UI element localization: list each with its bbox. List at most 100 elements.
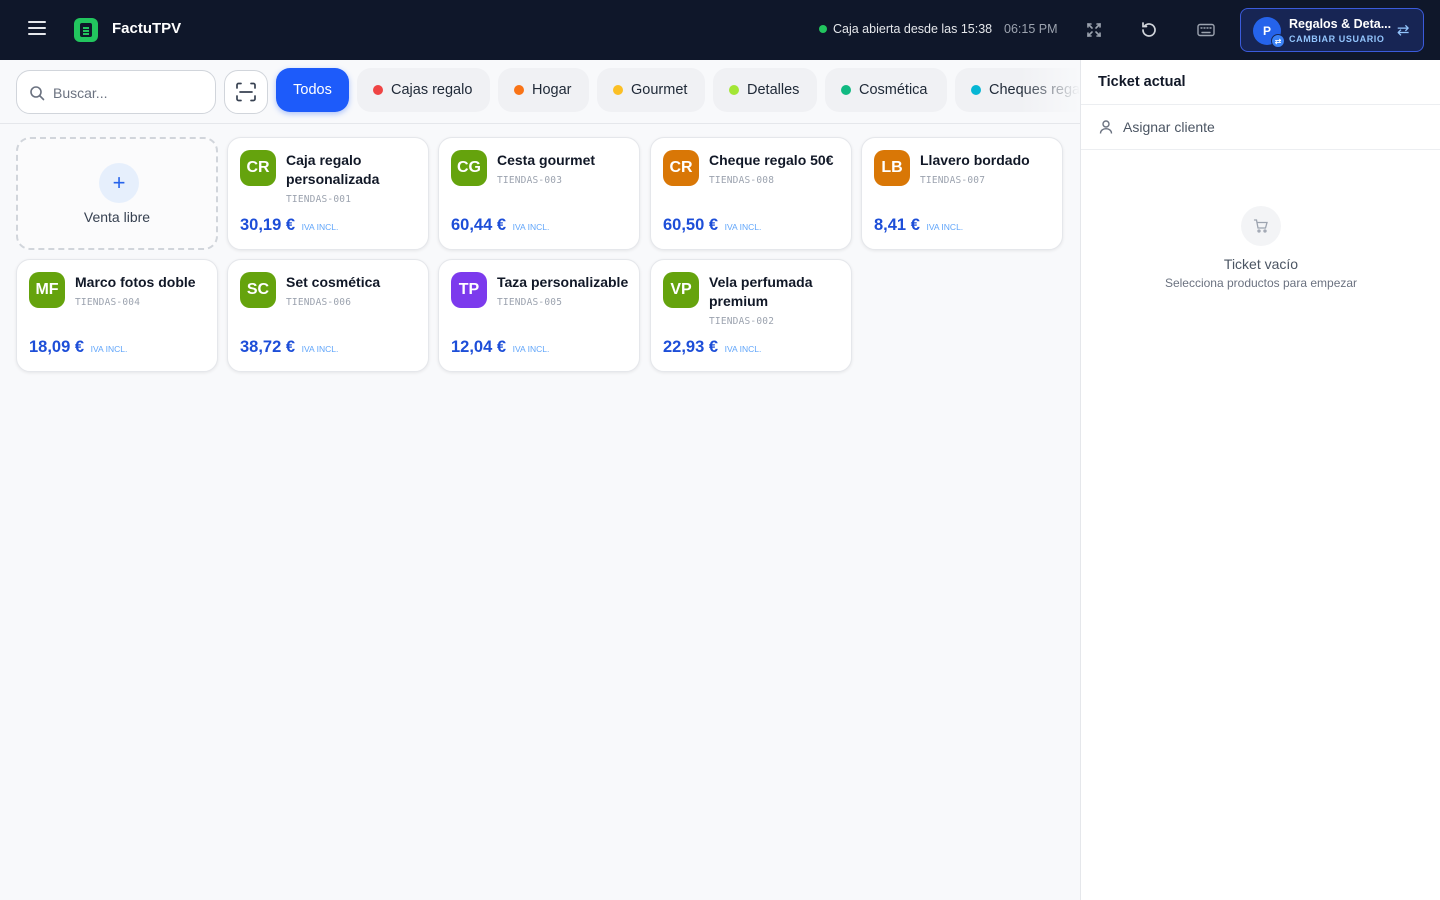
switch-user-icon: ⇄ [1271, 34, 1285, 48]
price-value: 60,50 € [663, 216, 719, 234]
ticket-title: Ticket actual [1098, 74, 1186, 90]
price-tax-note: IVA INCL. [724, 222, 762, 232]
scan-icon [236, 82, 256, 102]
status-dot-icon [819, 25, 827, 33]
category-label: Detalles [747, 82, 800, 98]
category-chip-detalles[interactable]: Detalles [713, 68, 817, 112]
empty-cart-icon [1241, 206, 1281, 246]
product-initials-badge: CR [663, 150, 699, 186]
assign-customer-button[interactable]: Asignar cliente [1098, 116, 1215, 138]
price-tax-note: IVA INCL. [301, 344, 339, 354]
product-price: 18,09 € IVA INCL. [29, 338, 127, 357]
product-card[interactable]: CR Caja regalo personalizada TIENDAS-001… [227, 137, 429, 250]
user-icon [1099, 120, 1113, 134]
category-chip-cajas-regalo[interactable]: Cajas regalo [357, 68, 490, 112]
product-name: Vela perfumada premium [709, 274, 813, 309]
product-card[interactable]: SC Set cosmética TIENDAS-006 38,72 € IVA… [227, 259, 429, 372]
product-price: 30,19 € IVA INCL. [240, 216, 338, 235]
category-label: Cosmética [859, 82, 928, 98]
price-value: 12,04 € [451, 338, 507, 356]
category-chip-todos[interactable]: Todos [276, 68, 349, 112]
menu-icon[interactable] [28, 21, 48, 39]
product-price: 12,04 € IVA INCL. [451, 338, 549, 357]
product-initials-badge: VP [663, 272, 699, 308]
category-dot-icon [971, 85, 981, 95]
search-input[interactable] [53, 81, 203, 105]
product-initials-badge: CG [451, 150, 487, 186]
product-price: 22,93 € IVA INCL. [663, 338, 761, 357]
cash-register-status: Caja abierta desde las 15:38 [819, 22, 992, 36]
category-dot-icon [729, 85, 739, 95]
app-logo-icon [74, 18, 98, 42]
category-label: Gourmet [631, 82, 688, 98]
fullscreen-icon[interactable] [1082, 18, 1106, 42]
price-tax-note: IVA INCL. [512, 344, 550, 354]
category-label: Hogar [532, 82, 572, 98]
product-card[interactable]: LB Llavero bordado TIENDAS-007 8,41 € IV… [861, 137, 1063, 250]
filter-bar: Todos Cajas regalo Hogar Gourmet Detalle… [0, 60, 1080, 124]
product-sku: TIENDAS-006 [286, 297, 352, 308]
product-name-block: Cesta gourmet TIENDAS-003 [497, 151, 637, 190]
price-tax-note: IVA INCL. [512, 222, 550, 232]
product-name: Caja regalo personalizada [286, 152, 380, 187]
product-card[interactable]: CG Cesta gourmet TIENDAS-003 60,44 € IVA… [438, 137, 640, 250]
category-label: Cajas regalo [391, 82, 473, 98]
product-initials-badge: MF [29, 272, 65, 308]
refresh-icon[interactable] [1137, 18, 1161, 42]
price-value: 38,72 € [240, 338, 296, 356]
price-tax-note: IVA INCL. [90, 344, 128, 354]
price-value: 30,19 € [240, 216, 296, 234]
free-sale-label: Venta libre [83, 209, 151, 225]
product-initials-badge: CR [240, 150, 276, 186]
status-text: Caja abierta desde las 15:38 [833, 22, 993, 36]
price-value: 60,44 € [451, 216, 507, 234]
clock: 06:15 PM [1004, 22, 1058, 36]
chip-fade [1020, 68, 1080, 112]
product-card[interactable]: VP Vela perfumada premium TIENDAS-002 22… [650, 259, 852, 372]
category-chip-cheques-regalo[interactable]: Cheques regalo [955, 68, 1080, 112]
category-dot-icon [514, 85, 524, 95]
product-sku: TIENDAS-003 [497, 175, 563, 186]
product-card[interactable]: CR Cheque regalo 50€ TIENDAS-008 60,50 €… [650, 137, 852, 250]
assign-customer-label: Asignar cliente [1123, 119, 1215, 135]
price-value: 22,93 € [663, 338, 719, 356]
free-sale-button[interactable]: + Venta libre [16, 137, 218, 250]
user-switcher[interactable]: P ⇄ Regalos & Deta... CAMBIAR USUARIO ⇄ [1240, 8, 1424, 52]
keyboard-icon[interactable] [1194, 18, 1218, 42]
divider [1081, 149, 1440, 150]
product-initials-badge: SC [240, 272, 276, 308]
product-name-block: Set cosmética TIENDAS-006 [286, 273, 426, 312]
avatar: P ⇄ [1253, 17, 1285, 48]
category-chip-cosmetica[interactable]: Cosmética [825, 68, 947, 112]
price-value: 18,09 € [29, 338, 85, 356]
category-label: Todos [293, 82, 332, 98]
product-initials-badge: TP [451, 272, 487, 308]
product-sku: TIENDAS-002 [709, 316, 775, 327]
product-card[interactable]: MF Marco fotos doble TIENDAS-004 18,09 €… [16, 259, 218, 372]
category-dot-icon [373, 85, 383, 95]
price-tax-note: IVA INCL. [301, 222, 339, 232]
product-name: Taza personalizable [497, 274, 629, 290]
price-tax-note: IVA INCL. [926, 222, 964, 232]
product-name-block: Vela perfumada premium TIENDAS-002 [709, 273, 849, 331]
price-value: 8,41 € [874, 216, 920, 234]
category-dot-icon [841, 85, 851, 95]
empty-ticket-subtitle: Selecciona productos para empezar [1164, 276, 1358, 290]
product-sku: TIENDAS-001 [286, 194, 352, 205]
search-box [16, 70, 216, 114]
product-name-block: Caja regalo personalizada TIENDAS-001 [286, 151, 426, 209]
product-sku: TIENDAS-004 [75, 297, 141, 308]
plus-icon: + [99, 163, 139, 203]
product-card[interactable]: TP Taza personalizable TIENDAS-005 12,04… [438, 259, 640, 372]
product-price: 8,41 € IVA INCL. [874, 216, 963, 235]
barcode-scan-button[interactable] [224, 70, 268, 114]
category-chip-gourmet[interactable]: Gourmet [597, 68, 705, 112]
product-sku: TIENDAS-008 [709, 175, 775, 186]
ticket-panel: Ticket actual Asignar cliente Ticket vac… [1080, 60, 1440, 900]
category-chip-hogar[interactable]: Hogar [498, 68, 589, 112]
product-price: 38,72 € IVA INCL. [240, 338, 338, 357]
product-name: Marco fotos doble [75, 274, 196, 290]
product-initials-badge: LB [874, 150, 910, 186]
app-title: FactuTPV [112, 20, 182, 37]
product-name: Cesta gourmet [497, 152, 596, 168]
